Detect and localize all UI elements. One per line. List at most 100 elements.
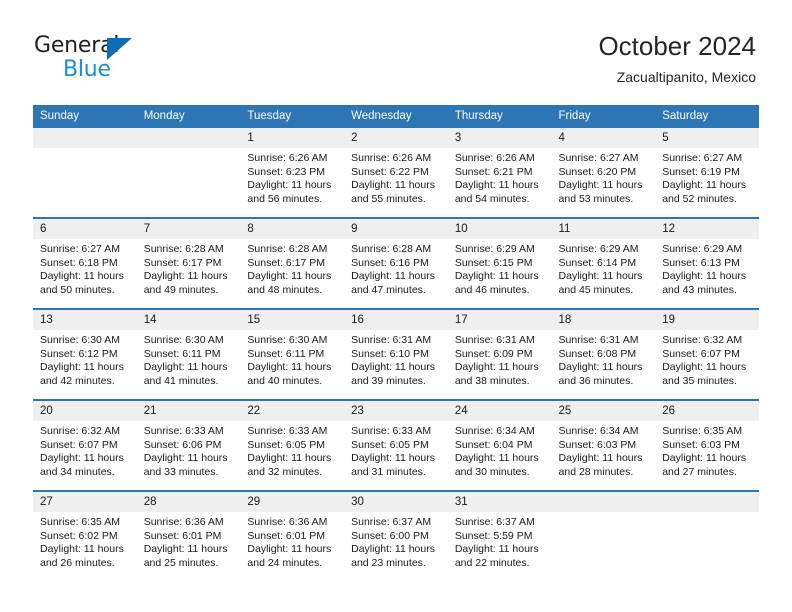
sunrise-line: Sunrise: 6:32 AM [40, 425, 120, 437]
weekday-header-thursday: Thursday [447, 105, 552, 128]
calendar-day-cell[interactable]: 22 Sunrise: 6:33 AM Sunset: 6:05 PM Dayligh… [240, 399, 345, 491]
sunset-line: Sunset: 6:09 PM [454, 347, 533, 360]
day-number: 15 [240, 310, 345, 330]
day-number: 22 [240, 401, 345, 421]
sunrise-line: Sunrise: 6:26 AM [351, 152, 432, 164]
calendar-day-cell[interactable]: 21 Sunrise: 6:33 AM Sunset: 6:06 PM Dayligh… [136, 399, 241, 491]
calendar-day-cell[interactable]: 14 Sunrise: 6:30 AM Sunset: 6:11 PM Dayligh… [136, 308, 241, 400]
day-sun-info: Sunrise: 6:34 AM Sunset: 6:04 PM Daylight:… [448, 421, 552, 479]
weekday-header-saturday: Saturday [655, 105, 759, 128]
calendar-day-cell[interactable]: 28 Sunrise: 6:36 AM Sunset: 6:01 PM Dayligh… [136, 490, 241, 581]
daylight-line: Daylight: 11 hours and 50 minutes. [40, 270, 124, 296]
calendar-day-cell[interactable]: 16 Sunrise: 6:31 AM Sunset: 6:10 PM Dayligh… [344, 308, 448, 400]
daylight-line: Daylight: 11 hours and 23 minutes. [351, 543, 435, 569]
calendar-day-cell[interactable]: 27 Sunrise: 6:35 AM Sunset: 6:02 PM Dayligh… [33, 490, 137, 581]
calendar-body: 1 Sunrise: 6:26 AM Sunset: 6:23 PM Daylight… [33, 128, 759, 581]
calendar-day-cell[interactable]: 30 Sunrise: 6:37 AM Sunset: 6:00 PM Dayligh… [344, 490, 448, 581]
sunset-line: Sunset: 6:18 PM [40, 256, 118, 269]
calendar-day-cell[interactable]: 24 Sunrise: 6:34 AM Sunset: 6:04 PM Dayligh… [447, 399, 552, 491]
daylight-line: Daylight: 11 hours and 40 minutes. [247, 361, 332, 387]
calendar-day-cell-empty [655, 490, 759, 581]
calendar-day-cell[interactable]: 9 Sunrise: 6:28 AM Sunset: 6:16 PM Daylight… [344, 217, 448, 309]
calendar-day-cell[interactable]: 25 Sunrise: 6:34 AM Sunset: 6:03 PM Dayligh… [551, 399, 656, 491]
day-sun-info: Sunrise: 6:28 AM Sunset: 6:16 PM Daylight:… [344, 239, 448, 297]
day-sun-info: Sunrise: 6:30 AM Sunset: 6:11 PM Daylight:… [137, 330, 241, 388]
calendar-day-cell[interactable]: 13 Sunrise: 6:30 AM Sunset: 6:12 PM Dayligh… [33, 308, 137, 400]
day-sun-info: Sunrise: 6:26 AM Sunset: 6:21 PM Daylight:… [448, 148, 552, 206]
calendar-day-cell-empty [551, 490, 656, 581]
day-sun-info: Sunrise: 6:29 AM Sunset: 6:14 PM Daylight:… [552, 239, 656, 297]
calendar-day-cell[interactable]: 17 Sunrise: 6:31 AM Sunset: 6:09 PM Dayligh… [447, 308, 552, 400]
calendar-day-cell[interactable]: 2 Sunrise: 6:26 AM Sunset: 6:22 PM Daylight… [344, 128, 448, 218]
day-number [655, 492, 759, 512]
day-sun-info: Sunrise: 6:33 AM Sunset: 6:06 PM Daylight:… [137, 421, 241, 479]
day-sun-info: Sunrise: 6:36 AM Sunset: 6:01 PM Daylight:… [240, 512, 344, 570]
sunrise-line: Sunrise: 6:37 AM [454, 516, 535, 528]
day-sun-info: Sunrise: 6:33 AM Sunset: 6:05 PM Daylight:… [240, 421, 344, 479]
general-blue-logo[interactable]: General Blue [34, 33, 214, 85]
sunset-line: Sunset: 6:22 PM [351, 165, 429, 178]
sunrise-line: Sunrise: 6:30 AM [247, 334, 328, 346]
day-number: 5 [655, 128, 759, 148]
sunrise-line: Sunrise: 6:31 AM [558, 334, 639, 346]
calendar-table-wrapper: Sunday Monday Tuesday Wednesday Thursday Frid… [33, 105, 759, 581]
weekday-header-sunday: Sunday [33, 105, 137, 128]
sunset-line: Sunset: 6:21 PM [454, 165, 533, 178]
sunrise-line: Sunrise: 6:27 AM [40, 243, 120, 255]
sunset-line: Sunset: 6:02 PM [40, 529, 118, 542]
daylight-line: Daylight: 11 hours and 22 minutes. [454, 543, 539, 569]
daylight-line: Daylight: 11 hours and 31 minutes. [351, 452, 435, 478]
calendar-day-cell[interactable]: 19 Sunrise: 6:32 AM Sunset: 6:07 PM Dayligh… [655, 308, 759, 400]
day-sun-info: Sunrise: 6:29 AM Sunset: 6:13 PM Daylight:… [655, 239, 759, 297]
calendar-day-cell[interactable]: 3 Sunrise: 6:26 AM Sunset: 6:21 PM Daylight… [447, 128, 552, 218]
calendar-day-cell[interactable]: 26 Sunrise: 6:35 AM Sunset: 6:03 PM Dayligh… [655, 399, 759, 491]
sunset-line: Sunset: 6:03 PM [558, 438, 637, 451]
calendar-day-cell[interactable]: 31 Sunrise: 6:37 AM Sunset: 5:59 PM Dayligh… [447, 490, 552, 581]
calendar-day-cell[interactable]: 20 Sunrise: 6:32 AM Sunset: 6:07 PM Dayligh… [33, 399, 137, 491]
sunset-line: Sunset: 6:05 PM [351, 438, 429, 451]
calendar-day-cell[interactable]: 1 Sunrise: 6:26 AM Sunset: 6:23 PM Daylight… [240, 128, 345, 218]
calendar-week-row: 27 Sunrise: 6:35 AM Sunset: 6:02 PM Dayligh… [33, 490, 759, 581]
day-number: 14 [136, 310, 241, 330]
weekday-header-friday: Friday [551, 105, 656, 128]
daylight-line: Daylight: 11 hours and 48 minutes. [247, 270, 332, 296]
day-number: 7 [136, 219, 241, 239]
daylight-line: Daylight: 11 hours and 46 minutes. [454, 270, 539, 296]
sunset-line: Sunset: 6:03 PM [662, 438, 740, 451]
day-number: 12 [655, 219, 759, 239]
calendar-day-cell[interactable]: 5 Sunrise: 6:27 AM Sunset: 6:19 PM Daylight… [655, 128, 759, 218]
day-number: 3 [447, 128, 552, 148]
sunrise-line: Sunrise: 6:37 AM [351, 516, 432, 528]
sunrise-line: Sunrise: 6:33 AM [143, 425, 224, 437]
day-sun-info: Sunrise: 6:32 AM Sunset: 6:07 PM Daylight:… [33, 421, 137, 479]
sunrise-line: Sunrise: 6:33 AM [247, 425, 328, 437]
calendar-day-cell[interactable]: 11 Sunrise: 6:29 AM Sunset: 6:14 PM Dayligh… [551, 217, 656, 309]
sunrise-line: Sunrise: 6:27 AM [662, 152, 743, 164]
calendar-day-cell[interactable]: 18 Sunrise: 6:31 AM Sunset: 6:08 PM Dayligh… [551, 308, 656, 400]
sunset-line: Sunset: 6:04 PM [454, 438, 533, 451]
daylight-line: Daylight: 11 hours and 30 minutes. [454, 452, 539, 478]
calendar-day-cell[interactable]: 4 Sunrise: 6:27 AM Sunset: 6:20 PM Daylight… [551, 128, 656, 218]
calendar-week-row: 1 Sunrise: 6:26 AM Sunset: 6:23 PM Daylight… [33, 128, 759, 218]
day-sun-info: Sunrise: 6:31 AM Sunset: 6:09 PM Daylight:… [448, 330, 552, 388]
calendar-day-cell[interactable]: 15 Sunrise: 6:30 AM Sunset: 6:11 PM Dayligh… [240, 308, 345, 400]
sunrise-line: Sunrise: 6:34 AM [558, 425, 639, 437]
calendar-header-row: Sunday Monday Tuesday Wednesday Thursday Frid… [33, 105, 759, 128]
calendar-day-cell[interactable]: 29 Sunrise: 6:36 AM Sunset: 6:01 PM Dayligh… [240, 490, 345, 581]
calendar-day-cell[interactable]: 12 Sunrise: 6:29 AM Sunset: 6:13 PM Dayligh… [655, 217, 759, 309]
day-number: 29 [240, 492, 345, 512]
calendar-day-cell[interactable]: 8 Sunrise: 6:28 AM Sunset: 6:17 PM Daylight… [240, 217, 345, 309]
calendar-day-cell[interactable]: 6 Sunrise: 6:27 AM Sunset: 6:18 PM Daylight… [33, 217, 137, 309]
day-sun-info [33, 148, 137, 152]
sunrise-line: Sunrise: 6:31 AM [351, 334, 432, 346]
day-number: 4 [551, 128, 656, 148]
daylight-line: Daylight: 11 hours and 45 minutes. [558, 270, 643, 296]
day-number: 13 [33, 310, 137, 330]
logo-text-blue: Blue [63, 57, 111, 82]
calendar-day-cell[interactable]: 23 Sunrise: 6:33 AM Sunset: 6:05 PM Dayligh… [344, 399, 448, 491]
calendar-day-cell[interactable]: 10 Sunrise: 6:29 AM Sunset: 6:15 PM Dayligh… [447, 217, 552, 309]
day-number [136, 128, 241, 148]
calendar-day-cell[interactable]: 7 Sunrise: 6:28 AM Sunset: 6:17 PM Daylight… [136, 217, 241, 309]
day-sun-info: Sunrise: 6:35 AM Sunset: 6:02 PM Daylight:… [33, 512, 137, 570]
daylight-line: Daylight: 11 hours and 56 minutes. [247, 179, 332, 205]
